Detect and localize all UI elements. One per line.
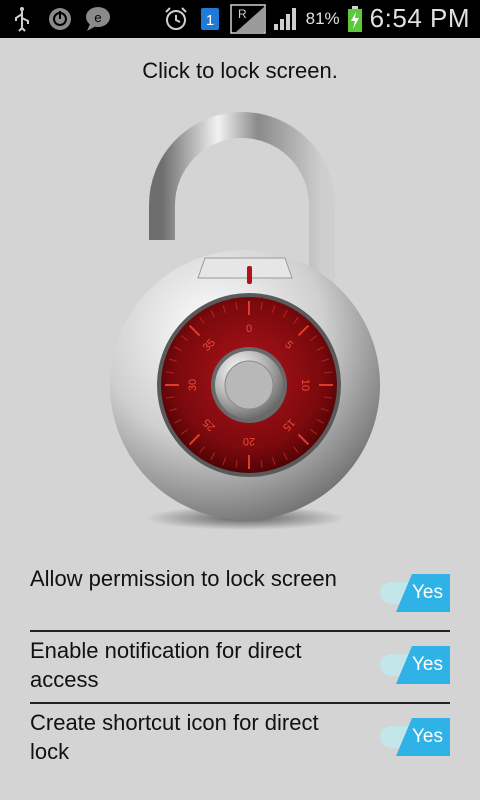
usb-icon [8,5,36,33]
status-bar-left: e [8,5,112,33]
toggle-text: Yes [412,654,443,675]
sim-label: 1 [205,12,213,29]
setting-label-shortcut: Create shortcut icon for direct lock [30,710,319,764]
battery-percent: 81% [305,8,340,28]
chat-icon: e [84,5,112,33]
toggle-text: Yes [412,726,443,747]
page-title: Click to lock screen. [142,58,338,83]
status-bar: e 1 R 81% 6:54 PM [0,0,480,38]
dial-number: 10 [299,379,311,391]
settings-list: Allow permission to lock screen Yes Enab… [30,560,450,776]
setting-label-notification: Enable notification for direct access [30,638,302,692]
alarm-icon [162,5,190,33]
status-bar-right: 1 R 81% 6:54 PM [162,3,470,34]
shortcut-toggle[interactable]: Yes [380,718,450,756]
setting-row-notification: Enable notification for direct access Ye… [30,632,450,704]
sim1-icon: 1 [196,5,224,33]
dial-number: 0 [246,323,252,335]
svg-text:e: e [94,10,101,25]
dial-number: 20 [243,435,255,447]
toggle-text: Yes [412,582,443,603]
setting-row-shortcut: Create shortcut icon for direct lock Yes [30,704,450,776]
permission-toggle[interactable]: Yes [380,574,450,612]
padlock-icon: 05101520253035 [110,112,380,530]
clock: 6:54 PM [369,3,470,33]
roaming-signal-icon: R [229,3,266,34]
power-icon [46,5,74,33]
notification-toggle[interactable]: Yes [380,646,450,684]
setting-label-permission: Allow permission to lock screen [30,566,337,591]
roaming-label: R [238,7,247,21]
dial-number: 30 [187,379,199,391]
setting-row-permission: Allow permission to lock screen Yes [30,560,450,632]
signal-icon [272,5,300,33]
battery-charging-icon [346,5,364,33]
lock-button[interactable]: 0 5 10 15 20 25 30 35 [80,100,400,540]
